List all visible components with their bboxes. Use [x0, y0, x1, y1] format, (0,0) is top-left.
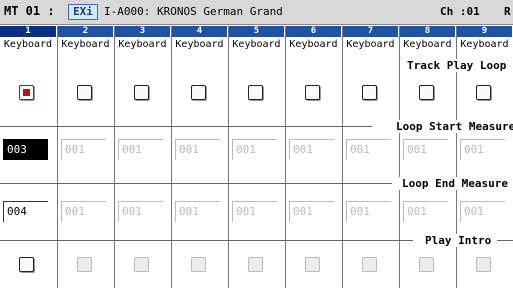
- track-column: 7 Keyboard 001 001: [342, 26, 398, 288]
- play-intro-label: Play Intro: [421, 234, 496, 247]
- play-intro-checkbox[interactable]: [134, 257, 149, 272]
- clipped-label: R: [504, 5, 511, 18]
- loop-start-measure-field[interactable]: 001: [61, 139, 106, 160]
- channel-label: Ch :01: [440, 5, 480, 18]
- track-play-loop-checkbox[interactable]: [476, 85, 491, 100]
- mode-label: MT 01 :: [4, 4, 55, 18]
- loop-end-measure-field[interactable]: 004: [3, 201, 48, 222]
- track-number[interactable]: 9: [457, 26, 512, 37]
- loop-start-measure-field[interactable]: 001: [403, 139, 448, 160]
- play-intro-checkbox[interactable]: [419, 257, 434, 272]
- track-number[interactable]: 2: [58, 26, 113, 37]
- track-play-loop-label: Track Play Loop: [403, 59, 511, 72]
- track-instrument: Keyboard: [346, 39, 395, 50]
- loop-start-measure-field[interactable]: 001: [460, 139, 505, 160]
- loop-end-measure-field[interactable]: 001: [232, 201, 277, 222]
- track-instrument: Keyboard: [175, 39, 224, 50]
- program-name[interactable]: I-A000: KRONOS German Grand: [104, 5, 283, 18]
- play-intro-checkbox[interactable]: [191, 257, 206, 272]
- track-number[interactable]: 1: [0, 26, 56, 37]
- loop-end-measure-field[interactable]: 001: [289, 201, 334, 222]
- loop-end-measure-label: Loop End Measure: [398, 177, 512, 190]
- loop-end-measure-field[interactable]: 001: [61, 201, 106, 222]
- track-column: 2 Keyboard 001 001: [57, 26, 113, 288]
- track-number[interactable]: 7: [343, 26, 398, 37]
- track-instrument: Keyboard: [232, 39, 281, 50]
- divider-line: [497, 240, 513, 241]
- play-intro-checkbox[interactable]: [248, 257, 263, 272]
- track-column: 1 Keyboard 003 004: [0, 26, 56, 288]
- loop-end-measure-field[interactable]: 001: [346, 201, 391, 222]
- loop-start-measure-field[interactable]: 001: [289, 139, 334, 160]
- track-instrument: Keyboard: [3, 39, 53, 50]
- play-intro-checkbox[interactable]: [305, 257, 320, 272]
- track-play-loop-checkbox[interactable]: [362, 85, 377, 100]
- track-play-loop-checkbox[interactable]: [134, 85, 149, 100]
- play-intro-checkbox[interactable]: [362, 257, 377, 272]
- play-intro-checkbox[interactable]: [77, 257, 92, 272]
- track-play-loop-checkbox[interactable]: [191, 85, 206, 100]
- track-instrument: Keyboard: [403, 39, 452, 50]
- loop-end-measure-field[interactable]: 001: [403, 201, 448, 222]
- play-intro-checkbox[interactable]: [476, 257, 491, 272]
- track-instrument: Keyboard: [289, 39, 338, 50]
- loop-end-measure-field[interactable]: 001: [175, 201, 220, 222]
- loop-end-measure-field[interactable]: 001: [460, 201, 505, 222]
- track-play-loop-checkbox[interactable]: [305, 85, 320, 100]
- bank-badge[interactable]: EXi: [68, 4, 98, 20]
- track-column: 5 Keyboard 001 001: [228, 26, 284, 288]
- loop-start-measure-field[interactable]: 001: [346, 139, 391, 160]
- track-column: 3 Keyboard 001 001: [114, 26, 170, 288]
- track-number[interactable]: 3: [115, 26, 170, 37]
- track-column: 6 Keyboard 001 001: [285, 26, 341, 288]
- track-number[interactable]: 4: [172, 26, 227, 37]
- track-column: 4 Keyboard 001 001: [171, 26, 227, 288]
- track-number[interactable]: 5: [229, 26, 284, 37]
- loop-start-measure-field[interactable]: 003: [3, 139, 48, 160]
- track-number[interactable]: 8: [400, 26, 455, 37]
- track-play-loop-checkbox[interactable]: [19, 85, 34, 100]
- loop-start-measure-field[interactable]: 001: [175, 139, 220, 160]
- title-bar: MT 01 : EXi I-A000: KRONOS German Grand …: [0, 0, 513, 25]
- track-instrument: Keyboard: [61, 39, 110, 50]
- track-play-loop-checkbox[interactable]: [248, 85, 263, 100]
- track-play-loop-checkbox[interactable]: [77, 85, 92, 100]
- play-intro-checkbox[interactable]: [19, 257, 34, 272]
- track-instrument: Keyboard: [460, 39, 509, 50]
- loop-start-measure-field[interactable]: 001: [232, 139, 277, 160]
- track-instrument: Keyboard: [118, 39, 167, 50]
- track-play-loop-checkbox[interactable]: [419, 85, 434, 100]
- loop-start-measure-field[interactable]: 001: [118, 139, 163, 160]
- divider-line: [0, 183, 392, 184]
- divider-line: [0, 240, 413, 241]
- divider-line: [0, 126, 372, 127]
- loop-start-measure-label: Loop Start Measure: [392, 120, 513, 133]
- loop-end-measure-field[interactable]: 001: [118, 201, 163, 222]
- track-number[interactable]: 6: [286, 26, 341, 37]
